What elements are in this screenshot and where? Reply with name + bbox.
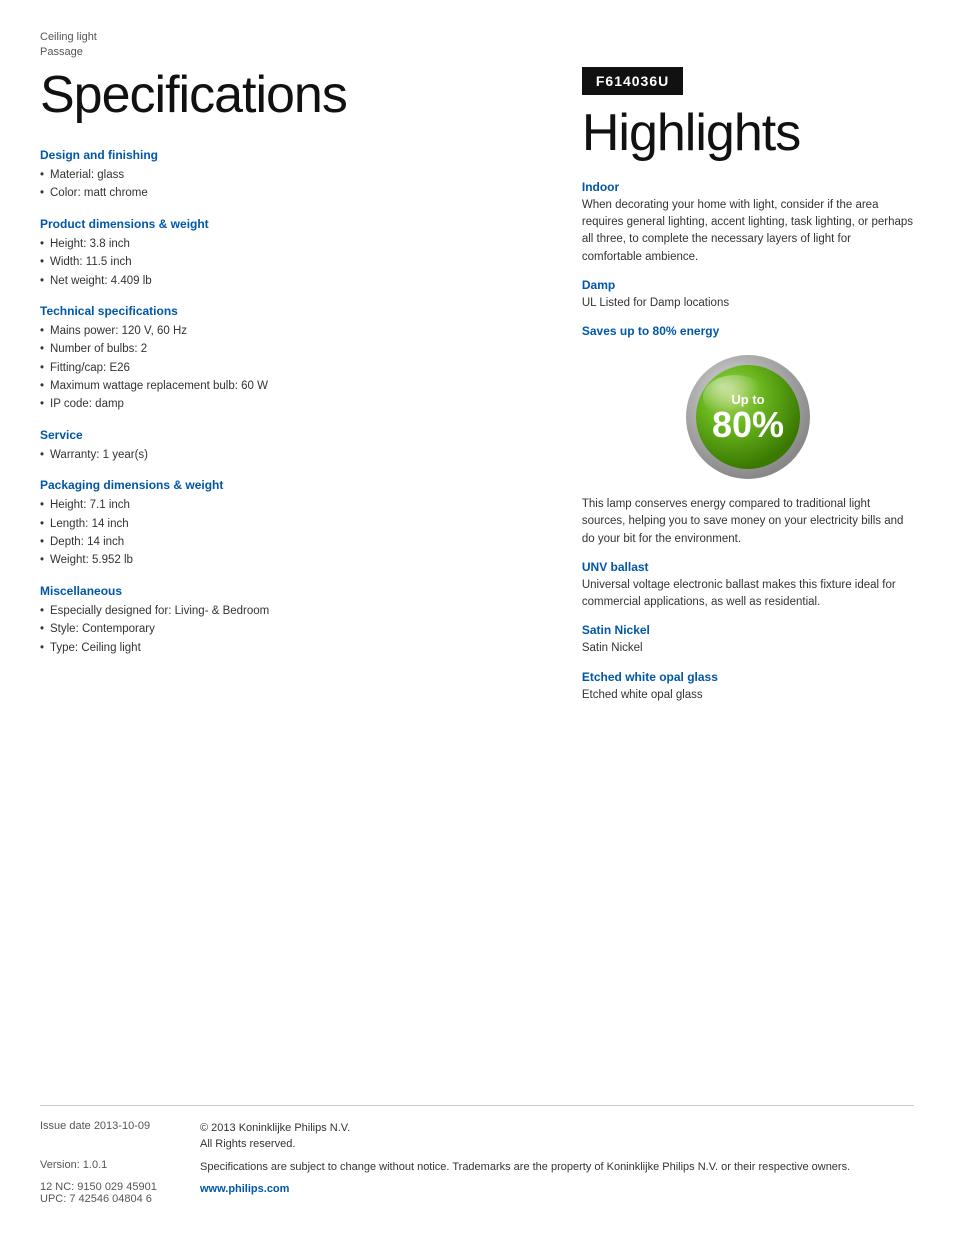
product-name: Passage bbox=[40, 46, 83, 58]
technical-specs-list: Mains power: 120 V, 60 Hz Number of bulb… bbox=[40, 322, 542, 414]
technical-specs-title: Technical specifications bbox=[40, 304, 542, 318]
service-list: Warranty: 1 year(s) bbox=[40, 446, 542, 464]
service-title: Service bbox=[40, 428, 542, 442]
technical-specs-section: Technical specifications Mains power: 12… bbox=[40, 304, 542, 414]
energy-text: This lamp conserves energy compared to t… bbox=[582, 496, 914, 548]
design-finishing-list: Material: glass Color: matt chrome bbox=[40, 166, 542, 203]
damp-title: Damp bbox=[582, 278, 914, 292]
list-item: Fitting/cap: E26 bbox=[40, 359, 542, 377]
product-dimensions-title: Product dimensions & weight bbox=[40, 217, 542, 231]
packaging-section: Packaging dimensions & weight Height: 7.… bbox=[40, 478, 542, 570]
indoor-text: When decorating your home with light, co… bbox=[582, 197, 914, 266]
list-item: Width: 11.5 inch bbox=[40, 253, 542, 271]
footer-row-nc: 12 NC: 9150 029 45901 UPC: 7 42546 04804… bbox=[40, 1181, 914, 1205]
footer-issue-label: Issue date 2013-10-09 bbox=[40, 1120, 200, 1132]
indoor-title: Indoor bbox=[582, 180, 914, 194]
main-layout: Specifications Design and finishing Mate… bbox=[40, 67, 914, 716]
highlights-title: Highlights bbox=[582, 105, 914, 162]
etched-glass-text: Etched white opal glass bbox=[582, 687, 914, 704]
footer-website: www.philips.com bbox=[200, 1181, 289, 1198]
product-code-bar: F614036U bbox=[582, 67, 683, 95]
design-finishing-title: Design and finishing bbox=[40, 148, 542, 162]
footer-copyright-text: © 2013 Koninklijke Philips N.V. bbox=[200, 1122, 350, 1134]
list-item: Height: 3.8 inch bbox=[40, 235, 542, 253]
misc-section: Miscellaneous Especially designed for: L… bbox=[40, 584, 542, 657]
unv-ballast-text: Universal voltage electronic ballast mak… bbox=[582, 577, 914, 612]
list-item: Number of bulbs: 2 bbox=[40, 340, 542, 358]
unv-ballast-title: UNV ballast bbox=[582, 560, 914, 574]
footer: Issue date 2013-10-09 © 2013 Koninklijke… bbox=[40, 1105, 914, 1206]
list-item: Warranty: 1 year(s) bbox=[40, 446, 542, 464]
list-item: Type: Ceiling light bbox=[40, 639, 542, 657]
footer-disclaimer: Specifications are subject to change wit… bbox=[200, 1159, 850, 1176]
design-finishing-section: Design and finishing Material: glass Col… bbox=[40, 148, 542, 203]
specs-column: Specifications Design and finishing Mate… bbox=[40, 67, 572, 716]
list-item: Weight: 5.952 lb bbox=[40, 551, 542, 569]
satin-nickel-title: Satin Nickel bbox=[582, 623, 914, 637]
footer-copyright: © 2013 Koninklijke Philips N.V. All Righ… bbox=[200, 1120, 350, 1153]
packaging-list: Height: 7.1 inch Length: 14 inch Depth: … bbox=[40, 496, 542, 570]
packaging-title: Packaging dimensions & weight bbox=[40, 478, 542, 492]
list-item: Depth: 14 inch bbox=[40, 533, 542, 551]
footer-upc-text: UPC: 7 42546 04804 6 bbox=[40, 1193, 200, 1205]
etched-glass-title: Etched white opal glass bbox=[582, 670, 914, 684]
specs-right-col: Service Warranty: 1 year(s) Packaging di… bbox=[40, 428, 542, 671]
list-item: Especially designed for: Living- & Bedro… bbox=[40, 602, 542, 620]
list-item: Color: matt chrome bbox=[40, 184, 542, 202]
service-section: Service Warranty: 1 year(s) bbox=[40, 428, 542, 464]
energy-badge: Up to 80% bbox=[683, 352, 813, 482]
product-dimensions-list: Height: 3.8 inch Width: 11.5 inch Net we… bbox=[40, 235, 542, 290]
highlights-column: F614036U Highlights Indoor When decorati… bbox=[572, 67, 914, 716]
indoor-section: Indoor When decorating your home with li… bbox=[582, 180, 914, 266]
list-item: Style: Contemporary bbox=[40, 620, 542, 638]
etched-glass-section: Etched white opal glass Etched white opa… bbox=[582, 670, 914, 704]
damp-text: UL Listed for Damp locations bbox=[582, 295, 914, 312]
footer-row-version: Version: 1.0.1 Specifications are subjec… bbox=[40, 1159, 914, 1176]
footer-version-label: Version: 1.0.1 bbox=[40, 1159, 200, 1171]
energy-badge-wrap: Up to 80% bbox=[582, 352, 914, 482]
list-item: Length: 14 inch bbox=[40, 515, 542, 533]
satin-nickel-section: Satin Nickel Satin Nickel bbox=[582, 623, 914, 657]
svg-text:80%: 80% bbox=[712, 404, 784, 445]
product-type: Ceiling light bbox=[40, 31, 97, 43]
list-item: Mains power: 120 V, 60 Hz bbox=[40, 322, 542, 340]
energy-section: Saves up to 80% energy bbox=[582, 324, 914, 548]
list-item: Height: 7.1 inch bbox=[40, 496, 542, 514]
footer-nc-text: 12 NC: 9150 029 45901 bbox=[40, 1181, 200, 1193]
list-item: Net weight: 4.409 lb bbox=[40, 272, 542, 290]
list-item: Material: glass bbox=[40, 166, 542, 184]
specs-two-col: Service Warranty: 1 year(s) Packaging di… bbox=[40, 428, 542, 671]
misc-title: Miscellaneous bbox=[40, 584, 542, 598]
footer-website-link[interactable]: www.philips.com bbox=[200, 1183, 289, 1195]
misc-list: Especially designed for: Living- & Bedro… bbox=[40, 602, 542, 657]
page: Ceiling light Passage Specifications Des… bbox=[0, 0, 954, 1235]
product-dimensions-section: Product dimensions & weight Height: 3.8 … bbox=[40, 217, 542, 290]
damp-section: Damp UL Listed for Damp locations bbox=[582, 278, 914, 312]
top-label: Ceiling light Passage bbox=[40, 30, 914, 61]
energy-title: Saves up to 80% energy bbox=[582, 324, 914, 338]
satin-nickel-text: Satin Nickel bbox=[582, 640, 914, 657]
list-item: IP code: damp bbox=[40, 395, 542, 413]
unv-ballast-section: UNV ballast Universal voltage electronic… bbox=[582, 560, 914, 612]
specs-title: Specifications bbox=[40, 67, 542, 124]
footer-nc-block: 12 NC: 9150 029 45901 UPC: 7 42546 04804… bbox=[40, 1181, 200, 1205]
footer-row-issue: Issue date 2013-10-09 © 2013 Koninklijke… bbox=[40, 1120, 914, 1153]
list-item: Maximum wattage replacement bulb: 60 W bbox=[40, 377, 542, 395]
footer-rights-text: All Rights reserved. bbox=[200, 1138, 295, 1150]
